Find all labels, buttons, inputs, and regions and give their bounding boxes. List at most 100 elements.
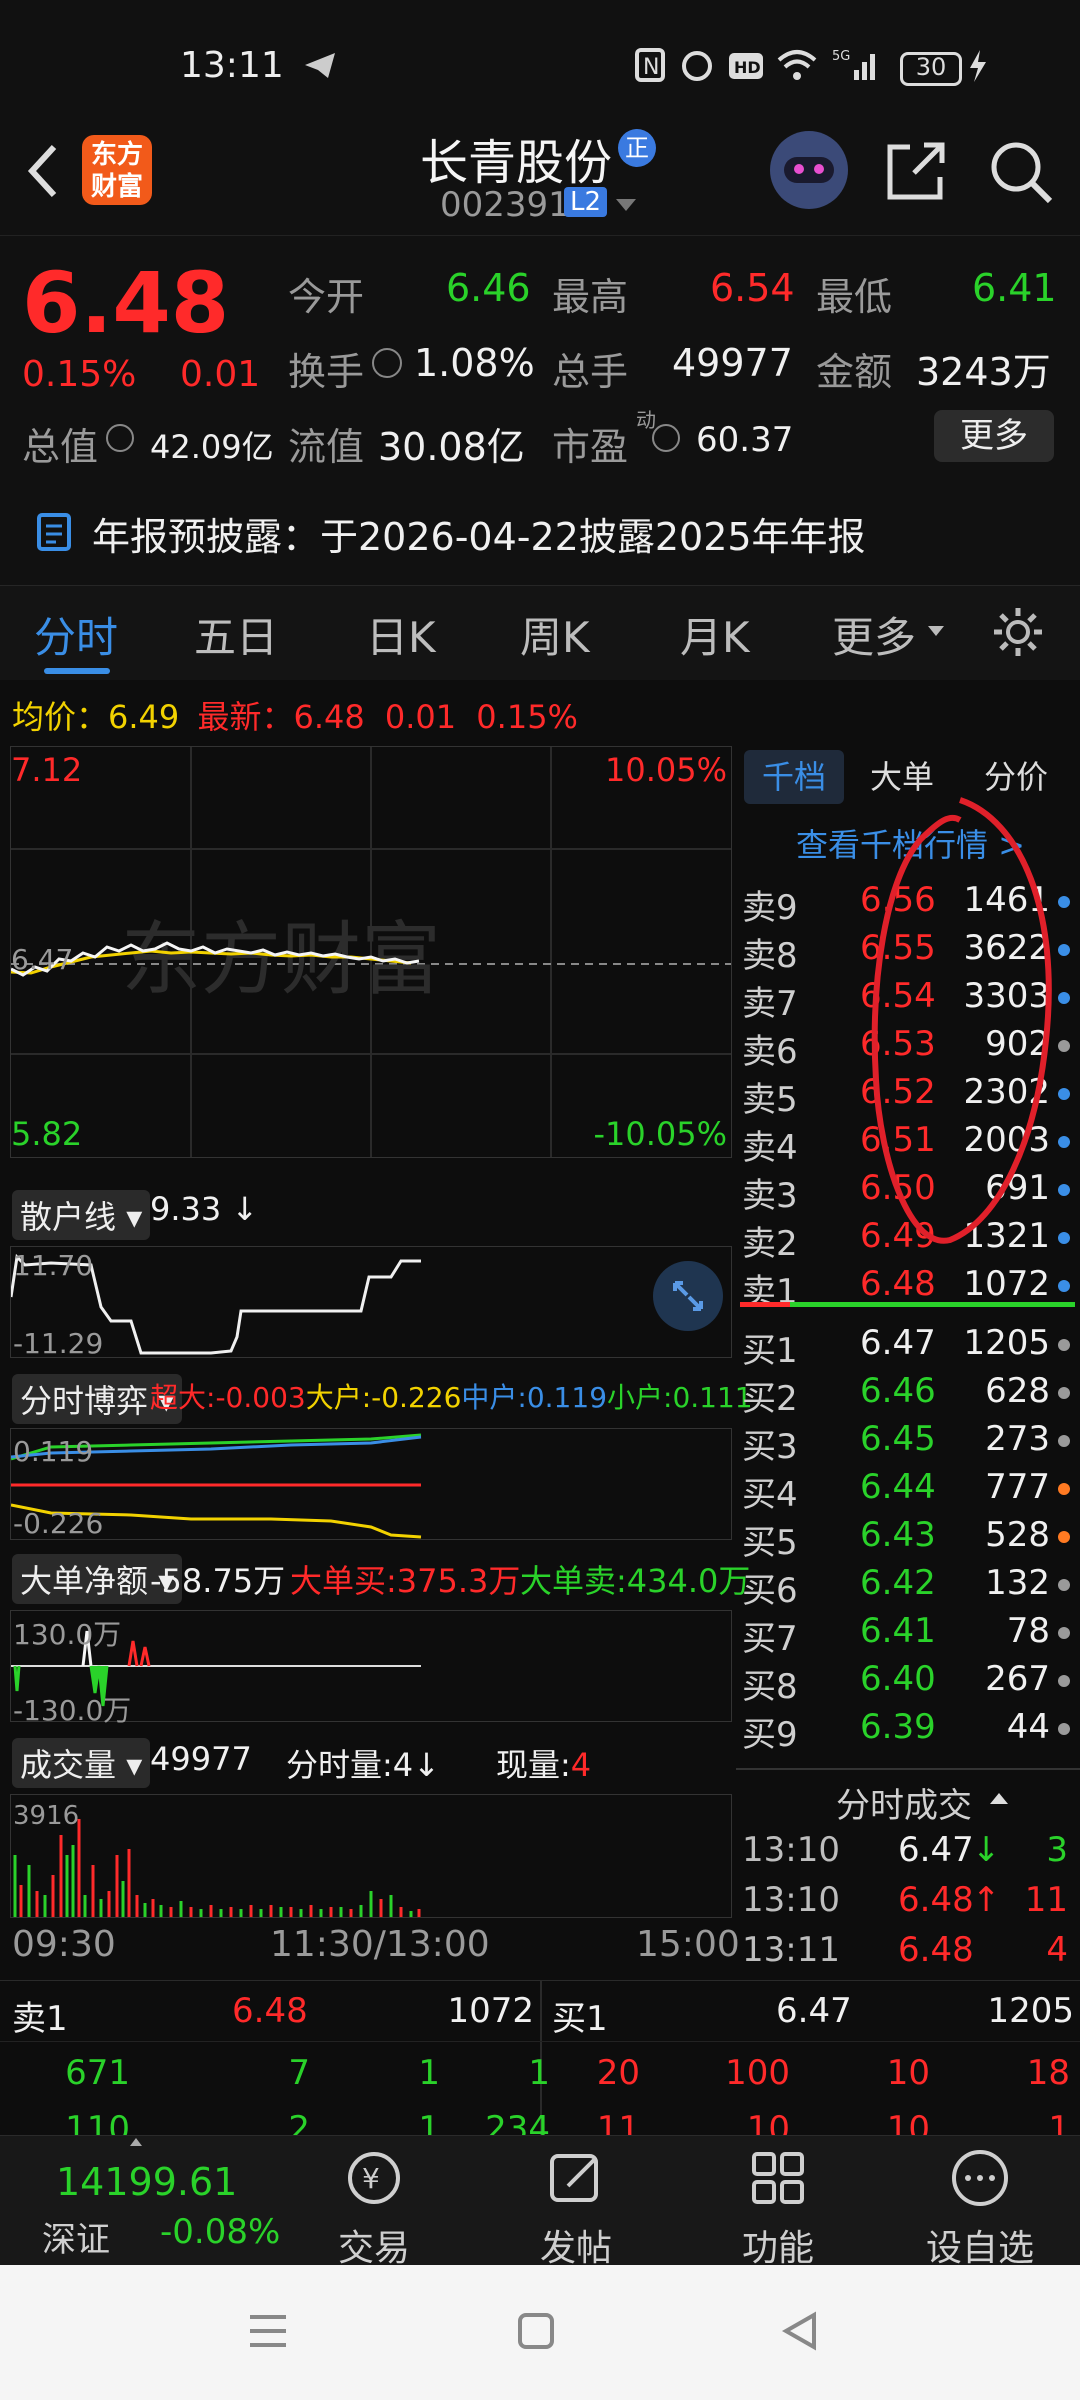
back-nav-icon[interactable]: [780, 2309, 820, 2353]
ask-row[interactable]: 卖7 6.54 3303: [742, 976, 1072, 1024]
tick-time: 13:10: [742, 1830, 840, 1870]
bid-row[interactable]: 买4 6.44 777: [742, 1467, 1072, 1515]
bid-dot-icon: [1058, 1579, 1070, 1591]
ask-level: 卖7: [742, 984, 798, 1024]
bid-row[interactable]: 买5 6.43 528: [742, 1515, 1072, 1563]
ask-dot-icon: [1058, 1136, 1070, 1148]
battery-level: 30: [915, 53, 947, 81]
svg-text:N: N: [643, 55, 659, 80]
bid-row[interactable]: 买2 6.46 628: [742, 1371, 1072, 1419]
netflow-chart[interactable]: 130.0万 -130.0万: [10, 1610, 732, 1727]
bid-price: 6.46: [860, 1371, 936, 1411]
bid-dot-icon: [1058, 1387, 1070, 1399]
ask-dot-icon: [1058, 896, 1070, 908]
bid-dot-icon: [1058, 1435, 1070, 1447]
game-chart[interactable]: 0.119 -0.226: [10, 1428, 732, 1540]
tab-big-orders[interactable]: 大单: [870, 750, 934, 804]
back-icon[interactable]: [22, 141, 62, 201]
retail-line-selector[interactable]: 散户线 ▾: [12, 1190, 151, 1240]
battery-icon: 30: [900, 52, 962, 86]
bid-row[interactable]: 买8 6.40 267: [742, 1659, 1072, 1707]
status-bar: 13:11 N HD 5G 30: [0, 0, 1080, 135]
tab-thousand-levels[interactable]: 千档: [744, 750, 844, 804]
info-icon[interactable]: [372, 348, 402, 378]
settings-gear-icon[interactable]: [990, 604, 1046, 660]
index-name[interactable]: 深证: [42, 2212, 110, 2261]
netflow-sell-label: 大单卖:: [520, 1562, 627, 1600]
nav-post[interactable]: 发帖: [506, 2146, 646, 2271]
expand-icon[interactable]: [653, 1261, 723, 1331]
home-icon[interactable]: [516, 2311, 556, 2351]
tick-row: 13:10 6.48 ↑ 11: [742, 1880, 1072, 1928]
latest-change: 0.01: [384, 698, 457, 736]
menu-icon[interactable]: [246, 2311, 290, 2351]
tick-price: 6.48: [898, 1880, 974, 1920]
tab-week-k[interactable]: 周K: [520, 604, 590, 665]
nav-functions[interactable]: 功能: [708, 2146, 848, 2271]
tab-five-day[interactable]: 五日: [194, 604, 278, 665]
level-badge[interactable]: L2: [564, 187, 608, 217]
mktcap-label: 总值: [22, 425, 99, 469]
bid-price: 6.39: [860, 1707, 936, 1747]
latest-label: 最新：: [197, 698, 294, 736]
ticks-title[interactable]: 分时成交: [836, 1778, 972, 1827]
tab-price-split[interactable]: 分价: [984, 750, 1048, 804]
index-pct[interactable]: -0.08%: [160, 2212, 280, 2252]
game-label: 分时博弈: [20, 1382, 149, 1420]
big-value: -0.226: [371, 1381, 462, 1414]
bid-level: 买8: [742, 1667, 798, 1707]
search-icon[interactable]: [988, 139, 1054, 205]
bid-row[interactable]: 买6 6.42 132: [742, 1563, 1072, 1611]
volume-chart[interactable]: 3916: [10, 1794, 732, 1918]
tick-price: 6.47: [898, 1830, 974, 1870]
ask-row[interactable]: 卖2 6.49 1321: [742, 1216, 1072, 1264]
retail-chart[interactable]: 11.70 -11.29: [10, 1246, 732, 1360]
bid-price: 6.45: [860, 1419, 936, 1459]
app-logo[interactable]: 东方财富: [82, 135, 152, 205]
price-chart[interactable]: 东方财富 7.12 10.05% 6.47 5.82 -10.05%: [10, 746, 732, 1158]
ask-volume: 1072: [963, 1264, 1050, 1304]
info-icon[interactable]: [652, 424, 680, 452]
bid-row[interactable]: 买1 6.47 1205: [742, 1323, 1072, 1371]
robot-assistant-icon[interactable]: [770, 131, 848, 209]
info-icon[interactable]: [106, 424, 134, 452]
ask-row[interactable]: 卖8 6.55 3622: [742, 928, 1072, 976]
share-icon[interactable]: [884, 139, 948, 203]
system-nav-bar: [0, 2265, 1080, 2400]
nav-trade[interactable]: ¥ 交易: [304, 2146, 444, 2271]
view-levels-link[interactable]: 查看千档行情 >: [796, 820, 1025, 866]
nav-add-watchlist[interactable]: 设自选: [910, 2146, 1050, 2271]
bid-dot-icon: [1058, 1675, 1070, 1687]
bid-level: 买3: [742, 1427, 798, 1467]
volume-selector[interactable]: 成交量 ▾: [12, 1738, 151, 1788]
chevron-down-icon[interactable]: [926, 624, 946, 640]
bid-row[interactable]: 买7 6.41 78: [742, 1611, 1072, 1659]
bid-row[interactable]: 买9 6.39 44: [742, 1707, 1072, 1755]
ask-row[interactable]: 卖4 6.51 2003: [742, 1120, 1072, 1168]
ask-row[interactable]: 卖3 6.50 691: [742, 1168, 1072, 1216]
tab-intraday[interactable]: 分时: [34, 604, 118, 665]
chevron-down-icon[interactable]: [614, 195, 638, 215]
tick-volume: 4: [1046, 1930, 1068, 1970]
tick-price: 6.48: [898, 1930, 974, 1970]
current-volume-label: 现量:: [496, 1746, 571, 1784]
tab-day-k[interactable]: 日K: [366, 604, 436, 665]
depth-sell-count: 7: [288, 2053, 310, 2093]
bid-row[interactable]: 买3 6.45 273: [742, 1419, 1072, 1467]
time-mid: 11:30/13:00: [270, 1924, 490, 1965]
notice-bar[interactable]: 年报预披露：于2026-04-22披露2025年年报: [0, 500, 1080, 560]
ask-row[interactable]: 卖6 6.53 902: [742, 1024, 1072, 1072]
ask-row[interactable]: 卖9 6.56 1461: [742, 880, 1072, 928]
ask-row[interactable]: 卖5 6.52 2302: [742, 1072, 1072, 1120]
index-value[interactable]: 14199.61: [56, 2160, 237, 2204]
avg-label: 均价：: [12, 698, 109, 736]
ask-volume: 3303: [963, 976, 1050, 1016]
charging-icon: [970, 50, 986, 82]
chevron-up-icon[interactable]: [988, 1790, 1010, 1806]
tab-month-k[interactable]: 月K: [680, 604, 750, 665]
tab-more[interactable]: 更多: [832, 604, 916, 665]
more-button[interactable]: 更多: [934, 410, 1054, 462]
latest-value: 6.48: [293, 698, 365, 736]
bid-level: 买4: [742, 1475, 798, 1515]
change-amount: 0.01: [180, 354, 261, 395]
